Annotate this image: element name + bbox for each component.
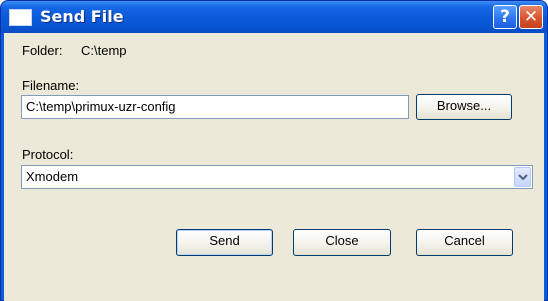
folder-value: C:\temp (81, 43, 127, 58)
protocol-label: Protocol: (22, 147, 74, 162)
folder-label: Folder: (22, 43, 63, 58)
close-icon: ✕ (523, 7, 539, 27)
title-bar[interactable]: Send File ? ✕ (1, 1, 547, 33)
dropdown-button[interactable] (514, 167, 531, 187)
browse-button[interactable]: Browse... (416, 94, 512, 120)
chevron-down-icon (518, 174, 528, 181)
close-window-button[interactable]: ✕ (519, 5, 543, 29)
protocol-selected-value: Xmodem (26, 169, 79, 184)
protocol-select[interactable]: Xmodem (21, 165, 533, 189)
send-file-dialog: Send File ? ✕ Folder: C:\temp Filename: … (0, 0, 548, 301)
close-button[interactable]: Close (293, 229, 391, 256)
filename-label: Filename: (22, 78, 80, 93)
help-button[interactable]: ? (493, 5, 517, 29)
send-button[interactable]: Send (176, 229, 273, 256)
help-icon: ? (500, 7, 510, 27)
dialog-title: Send File (40, 7, 124, 26)
cancel-button[interactable]: Cancel (416, 229, 513, 256)
filename-input[interactable]: C:\temp\primux-uzr-config (21, 95, 409, 119)
window-icon (9, 9, 32, 26)
